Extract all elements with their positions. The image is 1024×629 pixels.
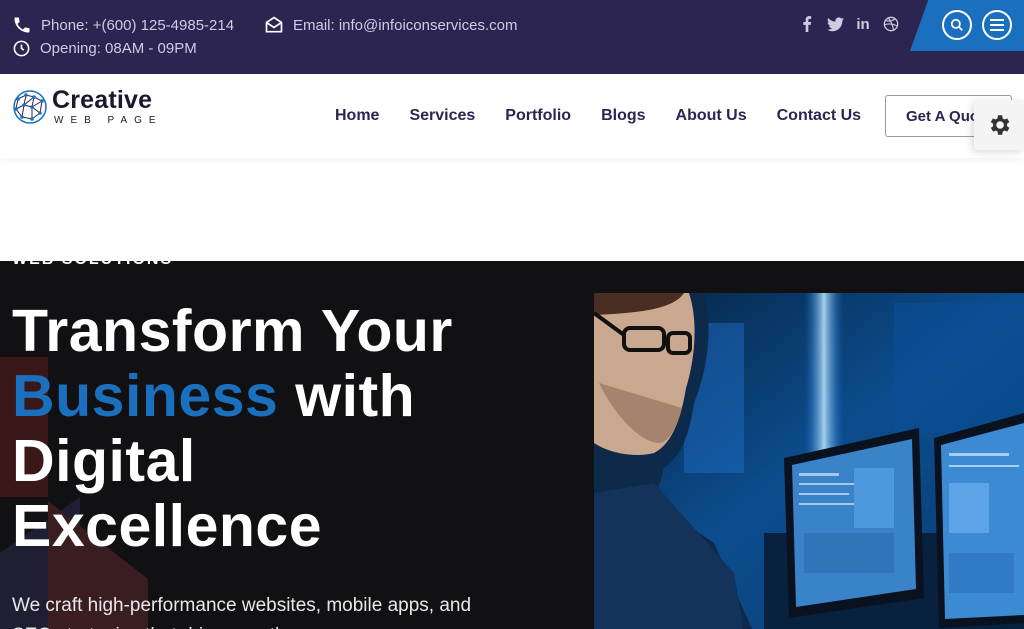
main-header: Creative WEB PAGE Home Services Portfoli…	[0, 74, 1024, 158]
hero-section: WEB SOLUTIONS Transform Your Business wi…	[0, 261, 1024, 629]
headline-highlight: Business	[12, 363, 279, 429]
nav-portfolio[interactable]: Portfolio	[505, 107, 571, 125]
social-links: in	[798, 14, 900, 34]
headline-line-4: Excellence	[12, 493, 323, 559]
nav-blogs[interactable]: Blogs	[601, 107, 645, 125]
menu-button[interactable]	[982, 10, 1012, 40]
hero-description: We craft high-performance websites, mobi…	[12, 595, 472, 629]
top-bar: Phone: +(600) 125-4985-214 Email: info@i…	[0, 0, 1024, 74]
logo-title: Creative	[52, 86, 153, 114]
phone-text: Phone: +(600) 125-4985-214	[41, 16, 235, 34]
main-nav: Home Services Portfolio Blogs About Us C…	[335, 107, 891, 125]
network-globe-icon	[13, 90, 47, 124]
headline-line-2: Business with	[12, 364, 453, 429]
nav-contact-us[interactable]: Contact Us	[777, 107, 861, 125]
headline-line-1: Transform Your	[12, 298, 453, 364]
email-text: Email: info@infoiconservices.com	[293, 16, 518, 34]
twitter-icon[interactable]	[826, 14, 844, 34]
hamburger-icon	[990, 19, 1004, 31]
nav-about-us[interactable]: About Us	[676, 107, 747, 125]
hero-headline: Transform Your Business with Digital Exc…	[12, 299, 453, 559]
headline-with: with	[295, 363, 416, 429]
phone-info[interactable]: Phone: +(600) 125-4985-214	[12, 15, 234, 35]
opening-info: Opening: 08AM - 09PM	[12, 39, 197, 58]
email-info[interactable]: Email: info@infoiconservices.com	[264, 15, 517, 35]
search-button[interactable]	[942, 10, 972, 40]
nav-services[interactable]: Services	[409, 107, 475, 125]
logo[interactable]: Creative WEB PAGE	[12, 87, 163, 127]
opening-text: Opening: 08AM - 09PM	[40, 40, 197, 57]
facebook-icon[interactable]	[798, 14, 816, 34]
search-icon	[950, 18, 963, 31]
logo-subtitle: WEB PAGE	[54, 115, 163, 126]
headline-line-3: Digital	[12, 428, 196, 494]
clock-icon	[13, 40, 30, 57]
linkedin-icon[interactable]: in	[854, 14, 872, 34]
hero-eyebrow: WEB SOLUTIONS	[12, 261, 173, 269]
phone-icon	[14, 17, 30, 33]
settings-button[interactable]	[974, 100, 1024, 150]
gear-icon	[990, 115, 1010, 135]
dribbble-icon[interactable]	[882, 14, 900, 34]
hero-image-developer-at-monitors	[594, 293, 1024, 629]
envelope-open-icon	[265, 16, 283, 33]
nav-home[interactable]: Home	[335, 107, 379, 125]
